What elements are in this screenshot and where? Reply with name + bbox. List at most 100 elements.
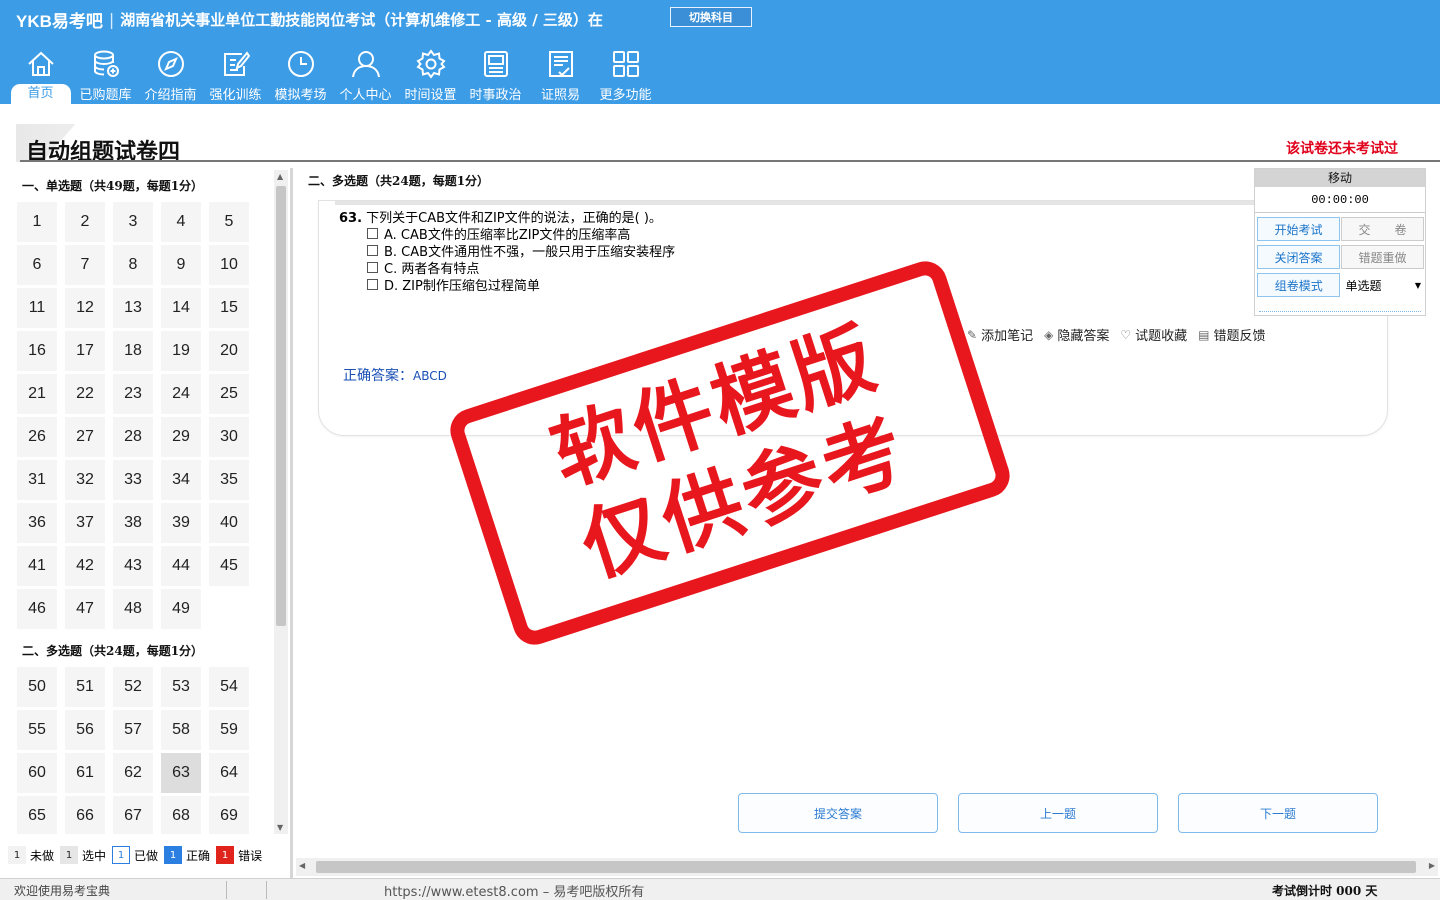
question-number-cell[interactable]: 64 <box>209 753 249 793</box>
nav-personal[interactable]: 个人中心 <box>333 46 398 104</box>
question-number-cell[interactable]: 43 <box>113 546 153 586</box>
scroll-thumb[interactable] <box>276 186 286 626</box>
question-number-cell[interactable]: 5 <box>209 202 249 242</box>
submit-answer-button[interactable]: 提交答案 <box>738 793 938 833</box>
question-number-cell[interactable]: 31 <box>17 460 57 500</box>
question-number-cell[interactable]: 6 <box>17 245 57 285</box>
nav-home[interactable]: 首页 <box>8 46 73 104</box>
question-number-cell[interactable]: 8 <box>113 245 153 285</box>
question-number-cell[interactable]: 33 <box>113 460 153 500</box>
question-number-cell[interactable]: 55 <box>17 710 57 750</box>
option-d[interactable]: D. ZIP制作压缩包过程简单 <box>367 276 675 294</box>
option-checkbox[interactable] <box>367 228 378 239</box>
question-number-cell[interactable]: 67 <box>113 796 153 834</box>
nav-time-settings[interactable]: 时间设置 <box>398 46 463 104</box>
question-number-cell[interactable]: 21 <box>17 374 57 414</box>
question-number-cell[interactable]: 13 <box>113 288 153 328</box>
question-number-cell[interactable]: 54 <box>209 667 249 707</box>
question-number-cell[interactable]: 38 <box>113 503 153 543</box>
start-exam-button[interactable]: 开始考试 <box>1257 217 1340 241</box>
previous-question-button[interactable]: 上一题 <box>958 793 1158 833</box>
switch-subject-button[interactable]: 切换科目 <box>670 7 752 27</box>
scroll-left-icon[interactable]: ◀ <box>299 861 305 870</box>
question-number-cell[interactable]: 3 <box>113 202 153 242</box>
question-number-cell[interactable]: 7 <box>65 245 105 285</box>
option-c[interactable]: C. 两者各有特点 <box>367 259 675 277</box>
question-number-cell[interactable]: 46 <box>17 589 57 629</box>
nav-guide[interactable]: 介绍指南 <box>138 46 203 104</box>
question-number-cell[interactable]: 37 <box>65 503 105 543</box>
option-checkbox[interactable] <box>367 279 378 290</box>
submit-paper-button[interactable]: 交 卷 <box>1341 217 1424 241</box>
question-number-cell[interactable]: 22 <box>65 374 105 414</box>
question-number-cell[interactable]: 12 <box>65 288 105 328</box>
question-number-cell[interactable]: 66 <box>65 796 105 834</box>
nav-mock-exam[interactable]: 模拟考场 <box>268 46 333 104</box>
question-number-cell[interactable]: 59 <box>209 710 249 750</box>
question-number-cell[interactable]: 26 <box>17 417 57 457</box>
close-answer-button[interactable]: 关闭答案 <box>1257 245 1340 269</box>
question-number-cell[interactable]: 40 <box>209 503 249 543</box>
question-number-cell[interactable]: 45 <box>209 546 249 586</box>
question-number-cell[interactable]: 15 <box>209 288 249 328</box>
question-number-cell[interactable]: 69 <box>209 796 249 834</box>
question-number-cell[interactable]: 30 <box>209 417 249 457</box>
question-number-cell[interactable]: 28 <box>113 417 153 457</box>
question-number-cell[interactable]: 16 <box>17 331 57 371</box>
question-number-cell[interactable]: 35 <box>209 460 249 500</box>
question-number-cell[interactable]: 60 <box>17 753 57 793</box>
question-number-cell[interactable]: 48 <box>113 589 153 629</box>
question-number-cell[interactable]: 25 <box>209 374 249 414</box>
question-number-cell[interactable]: 2 <box>65 202 105 242</box>
option-checkbox[interactable] <box>367 245 378 256</box>
question-number-cell[interactable]: 42 <box>65 546 105 586</box>
question-number-cell[interactable]: 49 <box>161 589 201 629</box>
question-number-cell[interactable]: 53 <box>161 667 201 707</box>
question-number-cell[interactable]: 47 <box>65 589 105 629</box>
question-number-cell[interactable]: 50 <box>17 667 57 707</box>
scroll-down-icon[interactable]: ▼ <box>277 823 283 832</box>
nav-more[interactable]: 更多功能 <box>593 46 658 104</box>
question-number-cell[interactable]: 32 <box>65 460 105 500</box>
panel-drag-handle[interactable]: 移动 <box>1255 169 1425 187</box>
hide-answer-button[interactable]: ◈ 隐藏答案 <box>1044 325 1109 345</box>
question-number-cell[interactable]: 61 <box>65 753 105 793</box>
horizontal-scrollbar[interactable]: ◀ ▶ <box>296 858 1438 876</box>
question-number-cell[interactable]: 36 <box>17 503 57 543</box>
question-number-cell[interactable]: 19 <box>161 331 201 371</box>
question-number-cell[interactable]: 68 <box>161 796 201 834</box>
nav-purchased[interactable]: 已购题库 <box>73 46 138 104</box>
question-number-cell[interactable]: 24 <box>161 374 201 414</box>
question-number-cell[interactable]: 56 <box>65 710 105 750</box>
option-checkbox[interactable] <box>367 262 378 273</box>
question-number-cell[interactable]: 18 <box>113 331 153 371</box>
redo-wrong-button[interactable]: 错题重做 <box>1341 245 1424 269</box>
question-number-cell[interactable]: 9 <box>161 245 201 285</box>
favorite-button[interactable]: ♡ 试题收藏 <box>1120 325 1187 345</box>
question-number-cell[interactable]: 17 <box>65 331 105 371</box>
compose-mode-button[interactable]: 组卷模式 <box>1257 273 1341 297</box>
scroll-thumb[interactable] <box>316 861 1416 873</box>
report-error-button[interactable]: ▤ 错题反馈 <box>1198 325 1265 345</box>
question-number-cell[interactable]: 51 <box>65 667 105 707</box>
question-number-cell[interactable]: 29 <box>161 417 201 457</box>
question-number-cell[interactable]: 11 <box>17 288 57 328</box>
question-number-cell[interactable]: 41 <box>17 546 57 586</box>
question-number-cell[interactable]: 10 <box>209 245 249 285</box>
panel-splitter[interactable] <box>290 168 293 878</box>
scroll-up-icon[interactable]: ▲ <box>277 172 283 181</box>
add-note-button[interactable]: ✎ 添加笔记 <box>967 325 1033 345</box>
question-number-cell[interactable]: 23 <box>113 374 153 414</box>
question-number-cell[interactable]: 57 <box>113 710 153 750</box>
question-number-cell[interactable]: 14 <box>161 288 201 328</box>
question-number-cell[interactable]: 63 <box>161 753 201 793</box>
question-number-cell[interactable]: 65 <box>17 796 57 834</box>
question-number-cell[interactable]: 39 <box>161 503 201 543</box>
index-scrollbar[interactable]: ▲ ▼ <box>274 170 288 834</box>
question-type-select[interactable]: 单选题 ▼ <box>1341 273 1425 297</box>
nav-training[interactable]: 强化训练 <box>203 46 268 104</box>
scroll-right-icon[interactable]: ▶ <box>1429 861 1435 870</box>
question-number-cell[interactable]: 4 <box>161 202 201 242</box>
option-b[interactable]: B. CAB文件通用性不强，一般只用于压缩安装程序 <box>367 242 675 260</box>
nav-certificate[interactable]: 证照易 <box>528 46 593 104</box>
